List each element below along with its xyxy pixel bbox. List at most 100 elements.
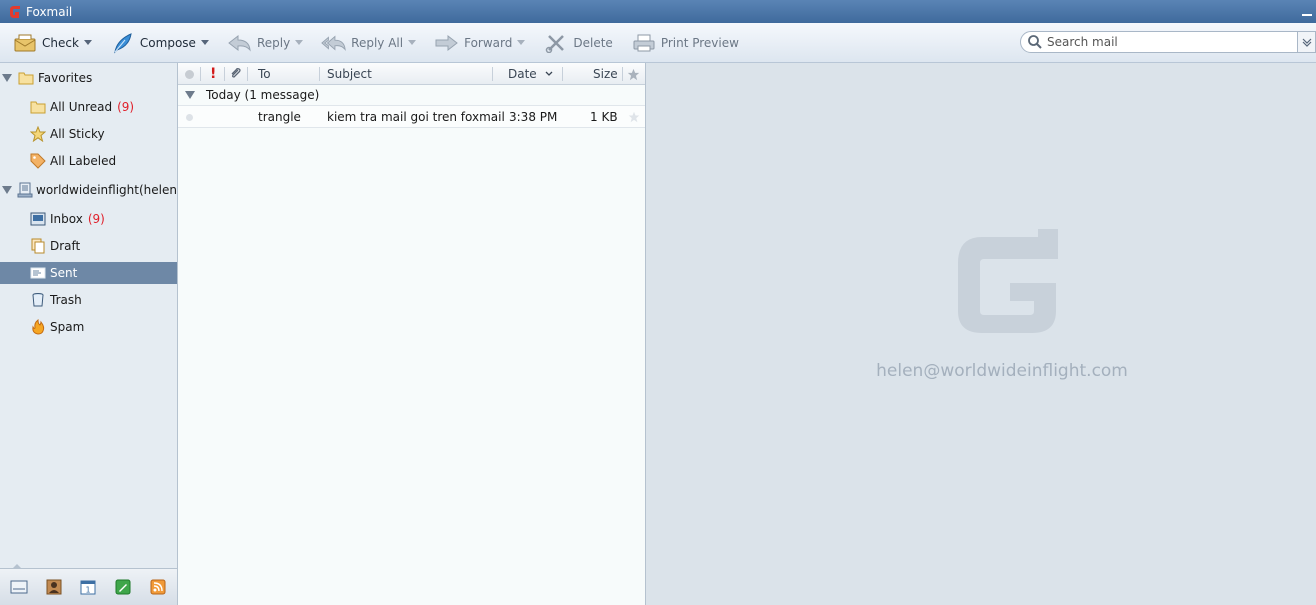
- sidebar-item-trash[interactable]: Trash: [0, 289, 177, 311]
- star-column-icon[interactable]: [627, 63, 640, 85]
- group-label: Today (1 message): [206, 88, 320, 102]
- sidebar-item-label: Inbox: [50, 212, 83, 226]
- to-column-header[interactable]: To: [258, 63, 271, 85]
- sidebar-group-account[interactable]: worldwideinflight(helen): [0, 179, 182, 201]
- message-date: 3:38 PM: [509, 110, 558, 124]
- date-column-header[interactable]: Date: [508, 63, 554, 85]
- folder-icon: [17, 70, 35, 86]
- print-preview-button[interactable]: Print Preview: [625, 28, 745, 58]
- collapse-arrow-icon[interactable]: [185, 91, 195, 99]
- sidebar-item-all-unread[interactable]: All Unread (9): [0, 96, 177, 118]
- list-header: ! To Subject Date Size: [178, 63, 645, 85]
- compose-dropdown-icon[interactable]: [200, 40, 209, 45]
- reply-button[interactable]: Reply: [221, 28, 309, 58]
- sidebar-item-all-sticky[interactable]: All Sticky: [0, 123, 177, 145]
- check-dropdown-icon[interactable]: [83, 40, 92, 45]
- search-input[interactable]: [1047, 35, 1287, 49]
- forward-label: Forward: [464, 35, 513, 50]
- compose-button[interactable]: Compose: [104, 28, 215, 58]
- chevron-down-icon: [1302, 38, 1311, 47]
- reply-all-dropdown-icon[interactable]: [408, 40, 417, 45]
- spam-fire-icon: [29, 319, 47, 335]
- group-header-today[interactable]: Today (1 message): [178, 85, 645, 106]
- check-label: Check: [42, 35, 79, 50]
- window-title: Foxmail: [26, 4, 73, 19]
- reply-all-button[interactable]: Reply All: [315, 28, 422, 58]
- sidebar: Favorites All Unread (9) All Sticky All …: [0, 63, 182, 605]
- column-separator: [492, 67, 493, 81]
- inbox-icon: [29, 211, 47, 227]
- trash-icon: [29, 292, 47, 308]
- mail-icon[interactable]: [8, 576, 30, 598]
- unread-count: (9): [87, 212, 105, 226]
- read-status-cell[interactable]: [186, 106, 193, 128]
- sidebar-item-label: All Unread: [50, 100, 113, 114]
- contacts-icon[interactable]: [43, 576, 65, 598]
- collapse-arrow-icon[interactable]: [2, 74, 12, 82]
- subject-column-header[interactable]: Subject: [327, 63, 372, 85]
- sidebar-item-sent[interactable]: Sent: [0, 262, 177, 284]
- forward-button[interactable]: Forward: [428, 28, 531, 58]
- foxmail-watermark-logo-icon: [958, 229, 1058, 333]
- calendar-icon[interactable]: 1: [77, 576, 99, 598]
- toolbar: Check Compose Reply Reply All Forward De: [0, 23, 1316, 63]
- message-list: ! To Subject Date Size Today (1 message)…: [178, 63, 646, 605]
- sidebar-item-label: All Sticky: [50, 127, 105, 141]
- read-status-column[interactable]: [185, 63, 194, 85]
- sidebar-item-label: Trash: [50, 293, 82, 307]
- svg-text:1: 1: [86, 586, 91, 595]
- star-icon: [29, 126, 47, 142]
- column-separator: [224, 67, 225, 81]
- folder-icon: [29, 99, 47, 115]
- search-icon: [1023, 32, 1047, 52]
- draft-icon: [29, 238, 47, 254]
- sidebar-item-inbox[interactable]: Inbox (9): [0, 208, 177, 230]
- reply-all-label: Reply All: [351, 35, 404, 50]
- sidebar-item-label: Draft: [50, 239, 81, 253]
- reply-arrow-icon: [227, 31, 253, 55]
- minimize-button[interactable]: [1300, 6, 1314, 18]
- sidebar-item-label: Sent: [50, 266, 78, 280]
- feather-pen-icon: [110, 31, 136, 55]
- size-column-header[interactable]: Size: [593, 63, 618, 85]
- title-bar: Foxmail: [0, 0, 1316, 23]
- account-email: helen@worldwideinflight.com: [876, 361, 1128, 381]
- active-indicator: [12, 564, 22, 569]
- account-label: worldwideinflight(helen): [36, 183, 182, 197]
- sort-descending-icon: [545, 71, 553, 76]
- importance-column-icon[interactable]: !: [210, 63, 216, 85]
- preview-pane: helen@worldwideinflight.com: [646, 63, 1316, 605]
- message-subject: kiem tra mail goi tren foxmail: [327, 110, 505, 124]
- read-status-dot-icon: [185, 69, 194, 79]
- column-separator: [247, 67, 248, 81]
- printer-icon: [631, 31, 657, 55]
- forward-dropdown-icon[interactable]: [517, 40, 526, 45]
- envelope-icon: [12, 31, 38, 55]
- sidebar-item-spam[interactable]: Spam: [0, 316, 177, 338]
- column-separator: [622, 67, 623, 81]
- message-row[interactable]: trangle kiem tra mail goi tren foxmail 3…: [178, 106, 645, 128]
- search-options-button[interactable]: [1298, 31, 1316, 53]
- column-separator: [200, 67, 201, 81]
- column-separator: [319, 67, 320, 81]
- notes-icon[interactable]: [112, 576, 134, 598]
- account-icon: [17, 182, 33, 198]
- message-to: trangle: [258, 110, 301, 124]
- delete-button[interactable]: Delete: [537, 28, 618, 58]
- check-button[interactable]: Check: [6, 28, 98, 58]
- sidebar-bottom-bar: 1: [0, 564, 177, 605]
- rss-icon[interactable]: [147, 576, 169, 598]
- search-box[interactable]: [1020, 31, 1298, 53]
- print-preview-label: Print Preview: [660, 35, 739, 50]
- reply-dropdown-icon[interactable]: [295, 40, 304, 45]
- foxmail-logo-icon: [6, 3, 24, 21]
- collapse-arrow-icon[interactable]: [2, 186, 12, 194]
- sidebar-group-favorites[interactable]: Favorites: [0, 67, 177, 89]
- sidebar-item-all-labeled[interactable]: All Labeled: [0, 150, 177, 172]
- sidebar-item-draft[interactable]: Draft: [0, 235, 177, 257]
- unread-count: (9): [117, 100, 135, 114]
- sidebar-item-label: Spam: [50, 320, 85, 334]
- message-star-icon[interactable]: [628, 106, 640, 128]
- forward-arrow-icon: [434, 31, 460, 55]
- attachment-column-icon[interactable]: [229, 63, 243, 85]
